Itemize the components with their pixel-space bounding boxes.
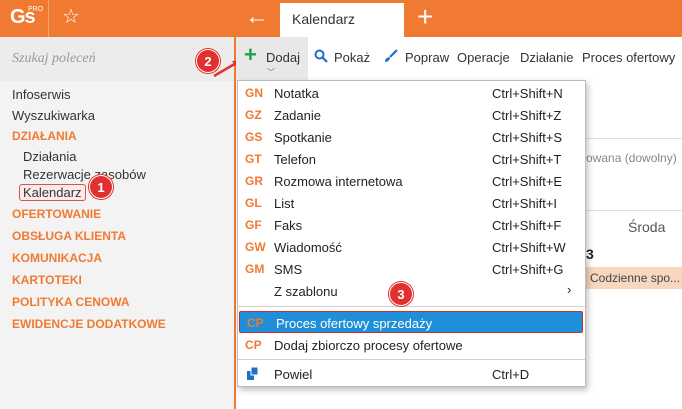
offer-process-menu[interactable]: Proces ofertowy: [582, 50, 675, 65]
sidebar-section-komunikacja[interactable]: KOMUNIKACJA: [12, 251, 102, 265]
app-logo[interactable]: Gs PRO: [10, 6, 43, 29]
calendar-filter-text[interactable]: owana (dowolny): [586, 151, 677, 165]
toolbar: + Dodaj ﹀ Pokaż Popraw Operacje Działani…: [236, 37, 682, 81]
tab-kalendarz[interactable]: Kalendarz: [280, 0, 404, 37]
search-icon: [314, 49, 328, 66]
tab-title: Kalendarz: [292, 11, 356, 27]
sidebar-section-dzialania[interactable]: DZIAŁANIA: [12, 129, 77, 143]
duplicate-icon: [247, 367, 259, 380]
action-menu[interactable]: Działanie: [520, 50, 573, 65]
sidebar-section-kartoteki[interactable]: KARTOTEKI: [12, 273, 82, 287]
menu-item-zadanie[interactable]: GZ Zadanie Ctrl+Shift+Z: [238, 104, 585, 126]
top-bar: Gs PRO ☆ ← Kalendarz +: [0, 0, 682, 37]
calendar-day-header: Środa: [628, 219, 666, 235]
step-badge-3: 3: [389, 282, 413, 306]
edit-button[interactable]: Popraw: [405, 50, 449, 65]
logo-divider: [48, 0, 49, 37]
menu-item-telefon[interactable]: GT Telefon Ctrl+Shift+T: [238, 148, 585, 170]
sidebar-item-infoserwis[interactable]: Infoserwis: [12, 87, 71, 102]
chevron-down-icon: ﹀: [267, 68, 275, 77]
menu-item-spotkanie[interactable]: GS Spotkanie Ctrl+Shift+S: [238, 126, 585, 148]
sidebar-section-obsluga-klienta[interactable]: OBSŁUGA KLIENTA: [12, 229, 126, 243]
calendar-divider: [586, 210, 682, 211]
add-button[interactable]: + Dodaj ﹀: [236, 37, 308, 81]
menu-item-dodaj-zbiorczo[interactable]: CP Dodaj zbiorczo procesy ofertowe: [238, 334, 585, 356]
sidebar-section-polityka-cenowa[interactable]: POLITYKA CENOWA: [12, 295, 130, 309]
sidebar-item-wyszukiwarka[interactable]: Wyszukiwarka: [12, 108, 95, 123]
menu-item-sms[interactable]: GM SMS Ctrl+Shift+G: [238, 258, 585, 280]
menu-item-notatka[interactable]: GN Notatka Ctrl+Shift+N: [238, 82, 585, 104]
sidebar-section-ofertowanie[interactable]: OFERTOWANIE: [12, 207, 101, 221]
sidebar-item-rezerwacje[interactable]: Rezerwacje zasobów: [23, 167, 146, 182]
show-button[interactable]: Pokaż: [334, 50, 370, 65]
menu-item-powiel[interactable]: Powiel Ctrl+D: [238, 363, 585, 385]
menu-item-faks[interactable]: GF Faks Ctrl+Shift+F: [238, 214, 585, 236]
star-icon[interactable]: ☆: [62, 6, 80, 28]
sidebar-item-dzialania[interactable]: Działania: [23, 149, 76, 164]
calendar-event[interactable]: Codzienne spo...: [586, 267, 682, 289]
menu-item-rozmowa[interactable]: GR Rozmowa internetowa Ctrl+Shift+E: [238, 170, 585, 192]
menu-separator: [238, 306, 585, 307]
chevron-right-icon: ›: [567, 282, 572, 297]
sidebar: Infoserwis Wyszukiwarka DZIAŁANIA Działa…: [0, 37, 236, 409]
calendar-day-number: 3: [586, 246, 594, 262]
menu-separator: [238, 359, 585, 360]
menu-item-wiadomosc[interactable]: GW Wiadomość Ctrl+Shift+W: [238, 236, 585, 258]
plus-icon: +: [244, 42, 257, 67]
step-badge-1: 1: [89, 175, 113, 199]
back-arrow-icon[interactable]: ←: [245, 4, 269, 30]
sidebar-item-kalendarz[interactable]: Kalendarz: [19, 184, 86, 201]
sidebar-section-ewidencje[interactable]: EWIDENCJE DODATKOWE: [12, 317, 166, 331]
new-tab-plus-icon[interactable]: +: [417, 2, 433, 32]
menu-item-proces-ofertowy[interactable]: CP Proces ofertowy sprzedaży: [239, 311, 583, 333]
sidebar-item-kalendarz-label: Kalendarz: [19, 184, 86, 201]
calendar-divider: [586, 138, 682, 139]
add-dropdown-menu: GN Notatka Ctrl+Shift+N GZ Zadanie Ctrl+…: [237, 80, 586, 387]
operations-menu[interactable]: Operacje: [457, 50, 510, 65]
brush-icon: [384, 49, 398, 66]
menu-item-list[interactable]: GL List Ctrl+Shift+I: [238, 192, 585, 214]
